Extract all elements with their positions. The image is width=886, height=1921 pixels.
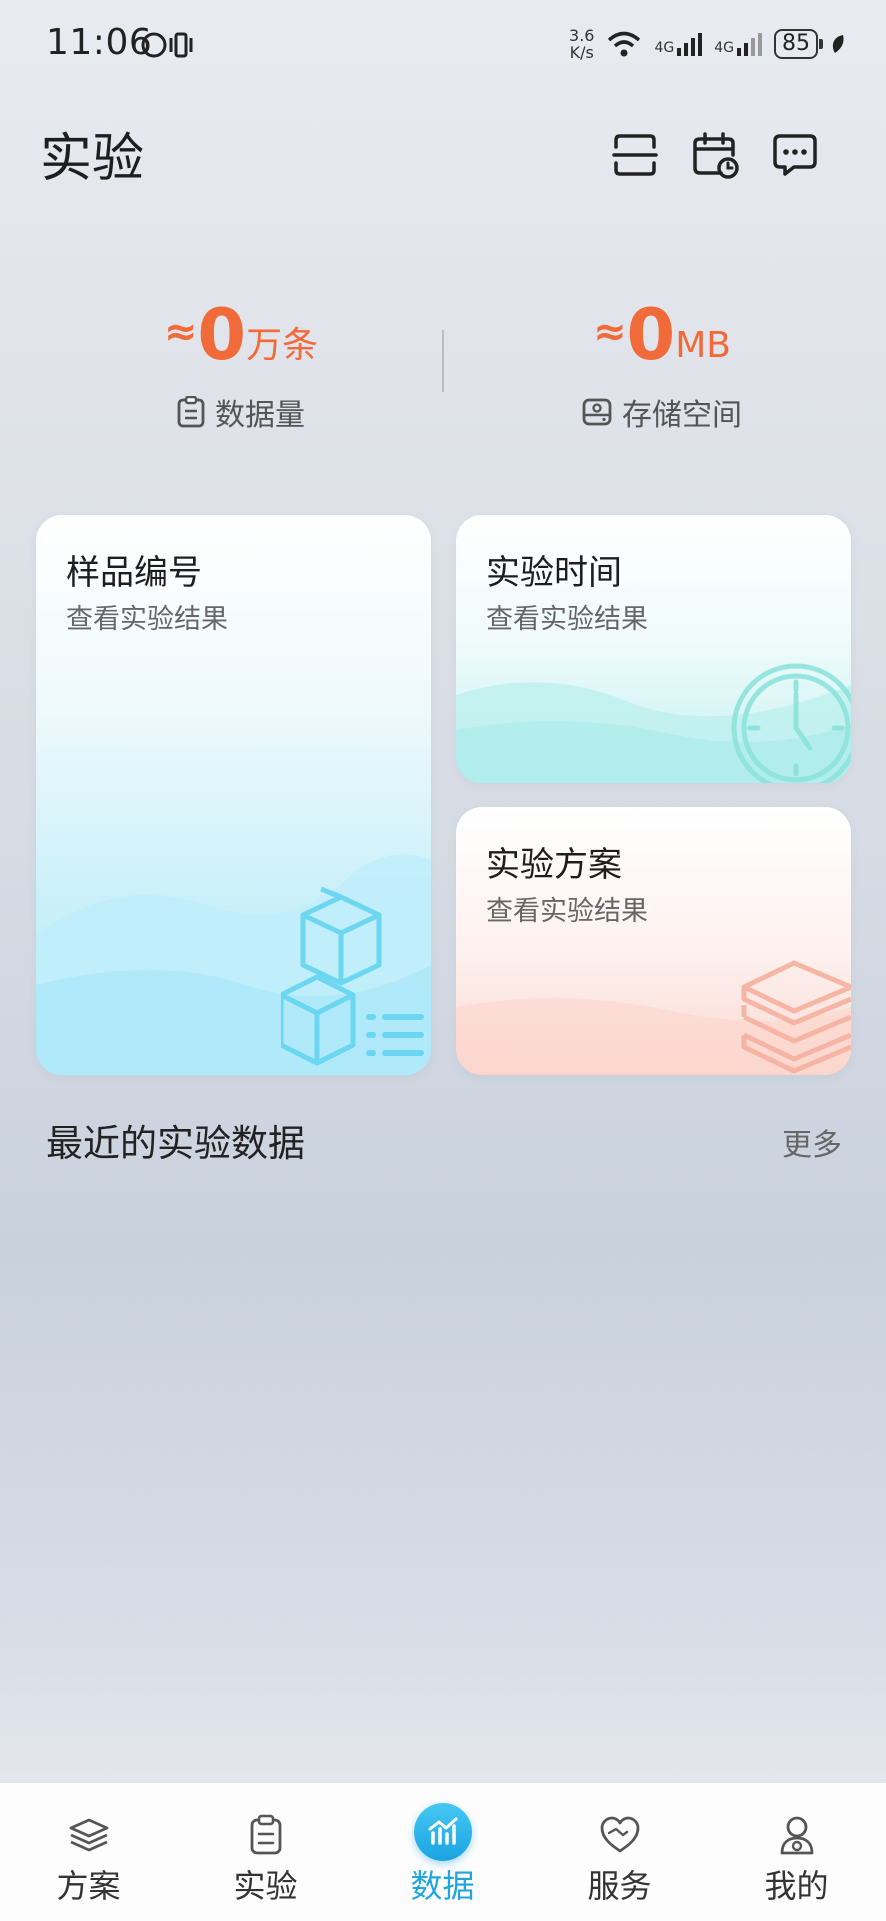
- stat-label: 存储空间: [512, 390, 812, 434]
- scan-icon[interactable]: [606, 126, 664, 184]
- wifi-icon: [608, 31, 641, 57]
- nav-item-data[interactable]: 数据: [354, 1783, 531, 1921]
- vibrate-icon: [141, 32, 193, 58]
- card-experiment-time[interactable]: 实验时间 查看实验结果: [456, 515, 851, 783]
- stat-value: ≈0万条: [163, 294, 319, 376]
- storage-icon: [582, 398, 612, 426]
- page-title: 实验: [40, 129, 145, 189]
- cell-signal-2: 4G: [714, 32, 762, 56]
- status-time: 11:06: [46, 22, 153, 63]
- more-link[interactable]: 更多: [782, 1120, 842, 1164]
- message-icon[interactable]: [766, 126, 824, 184]
- nav-item-mine[interactable]: 我的: [708, 1783, 885, 1921]
- card-subtitle: 查看实验结果: [66, 604, 228, 635]
- status-indicators: 3.6 K/s 4G 4G 85: [569, 22, 846, 66]
- stat-storage: ≈0MB 存储空间: [512, 290, 812, 434]
- card-experiment-plan[interactable]: 实验方案 查看实验结果: [456, 807, 851, 1075]
- cell-signal-1: 4G: [654, 32, 703, 56]
- layers-icon: [741, 960, 851, 1074]
- bottom-nav: 方案 实验 数据 服务 我的: [0, 1782, 886, 1921]
- signal-bars-icon: [737, 33, 762, 56]
- stat-label: 数据量: [91, 390, 391, 434]
- nav-item-services[interactable]: 服务: [531, 1783, 708, 1921]
- nav-label: 实验: [233, 1867, 298, 1905]
- stat-value: ≈0MB: [593, 294, 731, 376]
- card-title: 样品编号: [66, 553, 202, 593]
- clipboard-icon: [177, 396, 205, 428]
- clipboard-icon: [240, 1809, 292, 1861]
- card-title: 实验时间: [486, 553, 622, 593]
- nav-item-plans[interactable]: 方案: [0, 1783, 177, 1921]
- clock-icon: [731, 663, 851, 783]
- layers-icon: [63, 1809, 115, 1861]
- bar-chart-icon: [413, 1803, 472, 1861]
- signal-bars-icon: [677, 33, 703, 56]
- nav-label: 方案: [56, 1867, 121, 1905]
- nav-label: 数据: [410, 1867, 475, 1905]
- nav-label: 我的: [764, 1867, 829, 1905]
- person-icon: [771, 1809, 823, 1861]
- card-subtitle: 查看实验结果: [486, 896, 648, 927]
- recent-section-title: 最近的实验数据: [46, 1122, 305, 1165]
- network-speed: 3.6 K/s: [569, 26, 595, 62]
- status-bar: 11:06 3.6 K/s 4G 4G 85: [0, 0, 886, 90]
- nav-label: 服务: [587, 1867, 652, 1905]
- calendar-clock-icon[interactable]: [686, 126, 744, 184]
- stat-data-count: ≈0万条 数据量: [91, 290, 391, 434]
- card-sample-number[interactable]: 样品编号 查看实验结果: [36, 515, 431, 1075]
- nav-item-experiments[interactable]: 实验: [177, 1783, 354, 1921]
- stat-divider: [442, 330, 444, 392]
- leaf-icon: [832, 35, 844, 53]
- cubes-icon: [281, 886, 424, 1066]
- handshake-heart-icon: [594, 1809, 646, 1861]
- card-title: 实验方案: [486, 845, 622, 885]
- battery-indicator: 85: [774, 29, 823, 59]
- card-subtitle: 查看实验结果: [486, 604, 648, 635]
